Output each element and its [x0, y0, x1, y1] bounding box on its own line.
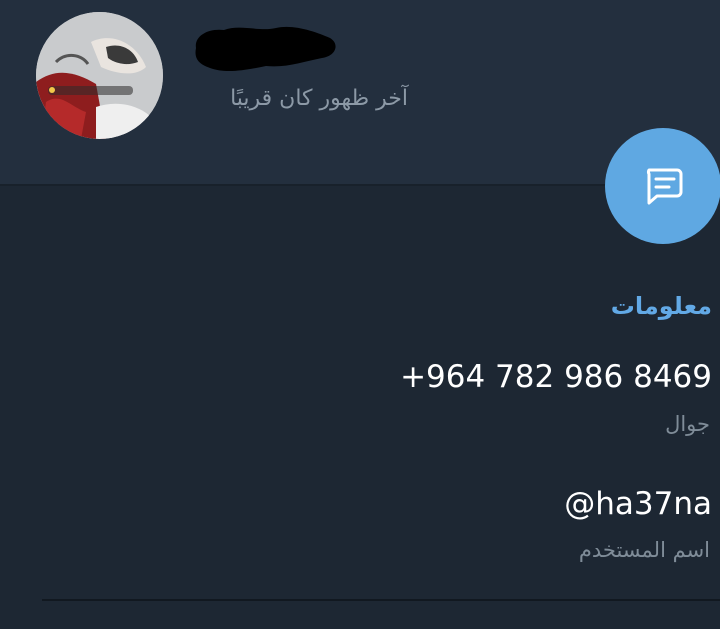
avatar[interactable] — [36, 12, 163, 139]
name-redaction — [195, 26, 336, 72]
phone-number[interactable]: +964 782 986 8469 — [400, 359, 712, 395]
username-label: اسم المستخدم — [578, 538, 710, 562]
send-message-button[interactable] — [605, 128, 720, 244]
message-icon — [646, 168, 683, 205]
phone-label: جوال — [665, 412, 710, 436]
username[interactable]: @ha37na — [564, 486, 712, 522]
avatar-photo — [36, 12, 163, 139]
info-section-title: معلومات — [610, 292, 712, 320]
section-divider — [42, 599, 720, 601]
last-seen-status: آخر ظهور كان قريبًا — [230, 86, 408, 111]
